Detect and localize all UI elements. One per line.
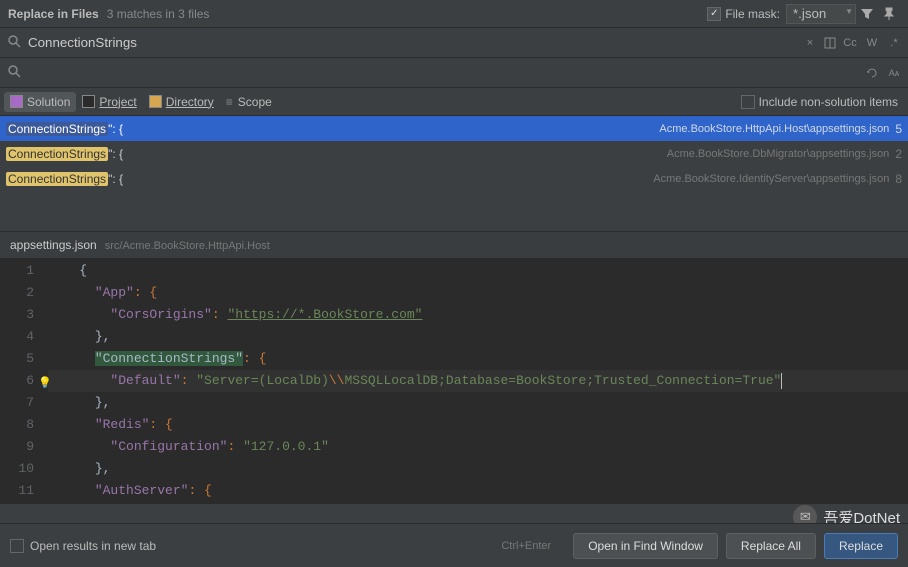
replace-all-button[interactable]: Replace All	[726, 533, 816, 559]
dialog-footer: Open results in new tab Ctrl+Enter Open …	[0, 523, 908, 567]
scope-lines-icon: ≡	[226, 95, 234, 109]
keyboard-hint: Ctrl+Enter	[501, 540, 551, 552]
replace-field-row: Aᴀ	[0, 58, 908, 88]
regex-toggle[interactable]: .*	[884, 33, 904, 53]
scope-project[interactable]: Project	[76, 92, 142, 112]
replace-button[interactable]: Replace	[824, 533, 898, 559]
search-input[interactable]	[24, 31, 800, 54]
text-size-icon[interactable]: Aᴀ	[884, 63, 904, 83]
folder-icon	[149, 95, 162, 108]
scope-directory[interactable]: Directory	[143, 92, 220, 112]
open-in-find-window-button[interactable]: Open in Find Window	[573, 533, 718, 559]
result-row[interactable]: ConnectionStrings": { Acme.BookStore.DbM…	[0, 141, 908, 166]
history-icon[interactable]	[822, 33, 838, 53]
file-mask-label: File mask:	[725, 7, 780, 21]
editor-path: src/Acme.BookStore.HttpApi.Host	[105, 240, 270, 252]
open-new-tab-toggle[interactable]: Open results in new tab	[10, 539, 156, 553]
scope-custom[interactable]: ≡ Scope	[220, 92, 278, 112]
result-row[interactable]: ConnectionStrings": { Acme.BookStore.Ide…	[0, 166, 908, 191]
project-icon	[82, 95, 95, 108]
result-row[interactable]: ConnectionStrings": { Acme.BookStore.Htt…	[0, 116, 908, 141]
include-non-solution-toggle[interactable]: Include non-solution items	[741, 95, 898, 109]
file-mask-input[interactable]	[786, 4, 856, 24]
dialog-header: Replace in Files 3 matches in 3 files ✓ …	[0, 0, 908, 28]
clear-icon[interactable]: ×	[800, 33, 820, 53]
code-preview[interactable]: 1 { 2 "App": { 3 "CorsOrigins": "https:/…	[0, 258, 908, 504]
preserve-case-toggle[interactable]	[862, 63, 882, 83]
whole-word-toggle[interactable]: W	[862, 33, 882, 53]
solution-icon	[10, 95, 23, 108]
checkbox-empty-icon	[10, 539, 24, 553]
match-summary: 3 matches in 3 files	[107, 7, 210, 21]
scope-toolbar: Solution Project Directory ≡ Scope Inclu…	[0, 88, 908, 116]
editor-header: appsettings.json src/Acme.BookStore.Http…	[0, 231, 908, 258]
file-mask-toggle[interactable]: ✓ File mask:	[707, 7, 780, 21]
match-case-toggle[interactable]: Cc	[840, 33, 860, 53]
replace-input[interactable]	[24, 61, 862, 84]
pin-icon[interactable]	[878, 3, 900, 25]
file-mask-combo[interactable]: ▼	[786, 4, 856, 24]
scope-solution[interactable]: Solution	[4, 92, 76, 112]
search-field-row: × Cc W .*	[0, 28, 908, 58]
editor-filename: appsettings.json	[10, 238, 97, 252]
filter-icon[interactable]	[856, 3, 878, 25]
checkbox-empty-icon	[741, 95, 755, 109]
results-list: ConnectionStrings": { Acme.BookStore.Htt…	[0, 116, 908, 191]
checkbox-checked-icon: ✓	[707, 7, 721, 21]
dialog-title: Replace in Files	[8, 7, 99, 21]
search-icon	[4, 34, 24, 51]
search-icon	[4, 64, 24, 81]
